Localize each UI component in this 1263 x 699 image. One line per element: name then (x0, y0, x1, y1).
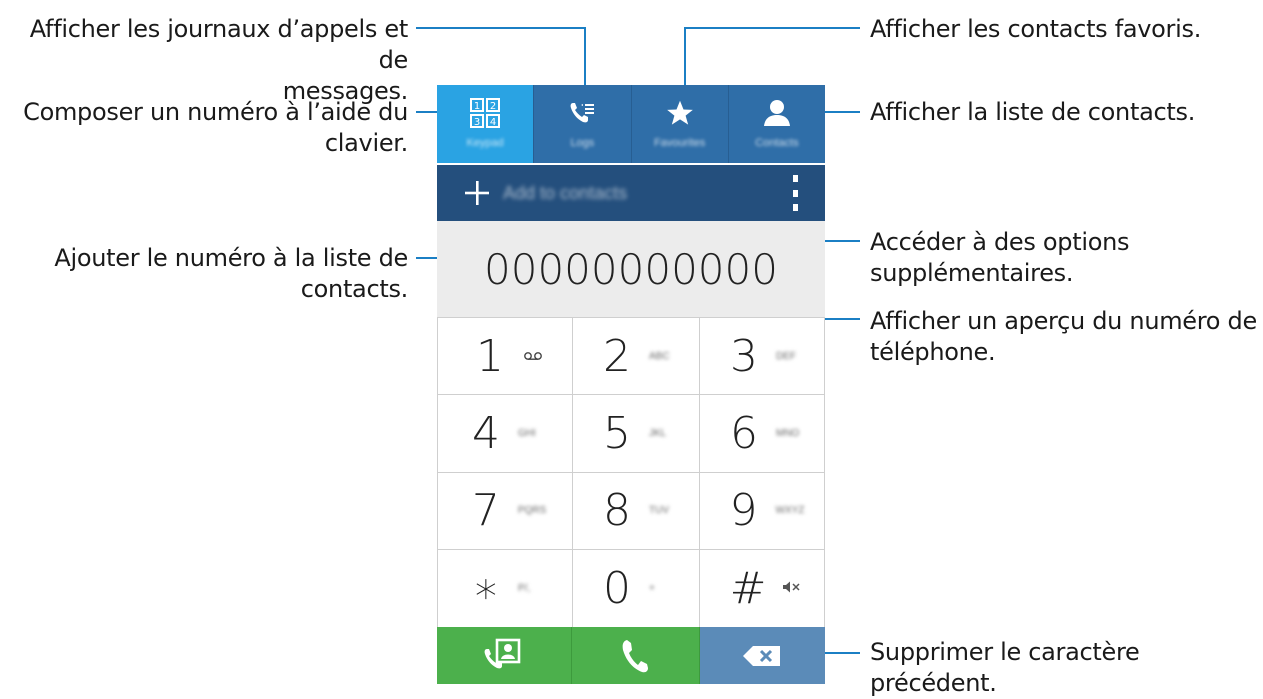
leader-line-favorites-h (684, 27, 860, 29)
add-to-contacts-label: Add to contacts (503, 182, 628, 203)
video-call-icon (484, 638, 521, 668)
number-display: 00000000000 (437, 221, 825, 317)
key-digit: 4 (472, 407, 500, 459)
more-vertical-icon-dot (792, 204, 798, 211)
key-0[interactable]: 0 + (573, 549, 700, 627)
key-letters: WXYZ (775, 505, 805, 517)
key-letters: MNO (776, 427, 800, 439)
backspace-icon (743, 645, 781, 666)
more-vertical-icon-dot (792, 189, 798, 197)
svg-text:2: 2 (490, 101, 496, 112)
callout-contacts-text: Afficher la liste de contacts. (870, 98, 1196, 126)
callout-favorites-text: Afficher les contacts favoris. (870, 15, 1202, 43)
plus-icon (465, 181, 489, 205)
callout-delete: Supprimer le caractère précédent. (870, 637, 1263, 699)
callout-add-contact: Ajouter le numéro à la liste de contacts… (0, 243, 408, 305)
key-letters: GHI (518, 427, 536, 439)
mute-icon (782, 580, 800, 597)
tab-contacts-label: Contacts (755, 137, 799, 149)
key-digit: 8 (603, 485, 631, 537)
key-letters: P/, (518, 582, 531, 594)
key-letters: ABC (649, 350, 670, 362)
key-4[interactable]: 4 GHI (438, 395, 573, 473)
tab-keypad[interactable]: 1 2 3 4 Keypad (437, 85, 535, 163)
key-5[interactable]: 5 JKL (573, 395, 700, 473)
action-bar: Add to contacts (437, 165, 825, 221)
callout-contacts: Afficher la liste de contacts. (870, 97, 1195, 128)
key-digit: 6 (730, 407, 758, 459)
callout-keypad: Composer un numéro à l’aide du clavier. (0, 97, 408, 159)
callout-keypad-line1: Composer un numéro à l’aide du (23, 98, 408, 126)
key-letters: TUV (649, 505, 669, 517)
more-options-button[interactable] (787, 175, 803, 211)
key-letters: PQRS (517, 505, 547, 517)
key-8[interactable]: 8 TUV (573, 472, 700, 550)
call-button[interactable] (572, 627, 700, 684)
callout-number-preview: Afficher un aperçu du numéro de téléphon… (870, 306, 1257, 368)
keypad-icon: 1 2 3 4 (470, 97, 501, 129)
key-letters: JKL (649, 427, 667, 439)
key-star[interactable]: ∗ P/, (438, 549, 573, 627)
callout-keypad-line2: clavier. (324, 129, 408, 157)
bottom-bar (437, 627, 825, 684)
key-letters: + (649, 582, 655, 594)
key-3[interactable]: 3 DEF (700, 318, 825, 396)
key-9[interactable]: 9 WXYZ (700, 473, 825, 550)
callout-more-options-line1: Accéder à des options (870, 228, 1130, 256)
video-call-button[interactable] (437, 627, 573, 684)
callout-favorites: Afficher les contacts favoris. (870, 14, 1201, 45)
star-icon (666, 97, 694, 129)
more-vertical-icon (792, 175, 798, 182)
svg-text:1: 1 (474, 101, 480, 112)
add-to-contacts-button[interactable] (455, 165, 499, 221)
callout-more-options-line2: supplémentaires. (870, 259, 1074, 287)
leader-line-logs-h (416, 27, 586, 29)
key-1[interactable]: 1 (438, 318, 573, 396)
tab-favourites[interactable]: Favourites (632, 85, 729, 163)
key-digit: 9 (729, 485, 758, 537)
callout-call-logs-line1: Afficher les journaux d’appels et de (29, 15, 409, 74)
tab-keypad-label: Keypad (466, 137, 504, 149)
callout-more-options: Accéder à des options supplémentaires. (870, 227, 1130, 289)
key-digit: ∗ (472, 562, 500, 614)
svg-text:3: 3 (474, 117, 480, 128)
key-digit: 2 (603, 330, 631, 382)
key-digit: 1 (476, 330, 504, 382)
key-2[interactable]: 2 ABC (573, 318, 700, 396)
key-digit: 3 (730, 330, 758, 382)
svg-text:4: 4 (490, 117, 496, 128)
dialer-screen: 1 2 3 4 Keypad Logs Favourites Contacts … (437, 85, 825, 684)
voicemail-icon (524, 348, 542, 364)
key-digit: # (729, 562, 767, 614)
key-digit: 5 (603, 407, 631, 459)
callout-add-contact-line2: contacts. (300, 275, 409, 303)
dial-keypad: 1 2 ABC 3 DEF 4 GHI 5 JKL 6 MNO 7 PQRS 8… (437, 317, 825, 627)
callout-number-preview-line1: Afficher un aperçu du numéro de (870, 307, 1257, 335)
key-6[interactable]: 6 MNO (700, 395, 825, 473)
key-hash[interactable]: # (700, 550, 825, 627)
callout-number-preview-line2: téléphone. (870, 338, 996, 366)
person-icon (762, 97, 792, 129)
key-digit: 7 (471, 485, 500, 537)
tab-bar: 1 2 3 4 Keypad Logs Favourites Contacts (437, 85, 825, 163)
tab-favourites-label: Favourites (653, 137, 706, 149)
tab-contacts[interactable]: Contacts (729, 85, 825, 163)
tab-logs[interactable]: Logs (534, 85, 632, 163)
callout-call-logs: Afficher les journaux d’appels et de mes… (0, 14, 409, 107)
key-letters: DEF (776, 350, 796, 362)
key-7[interactable]: 7 PQRS (438, 472, 573, 550)
call-log-icon (567, 97, 597, 129)
callout-delete-text: Supprimer le caractère précédent. (870, 638, 1140, 697)
delete-button[interactable] (699, 627, 825, 684)
key-digit: 0 (603, 562, 631, 614)
phone-icon (623, 639, 649, 672)
tab-logs-label: Logs (570, 137, 595, 149)
callout-add-contact-line1: Ajouter le numéro à la liste de (54, 244, 408, 272)
